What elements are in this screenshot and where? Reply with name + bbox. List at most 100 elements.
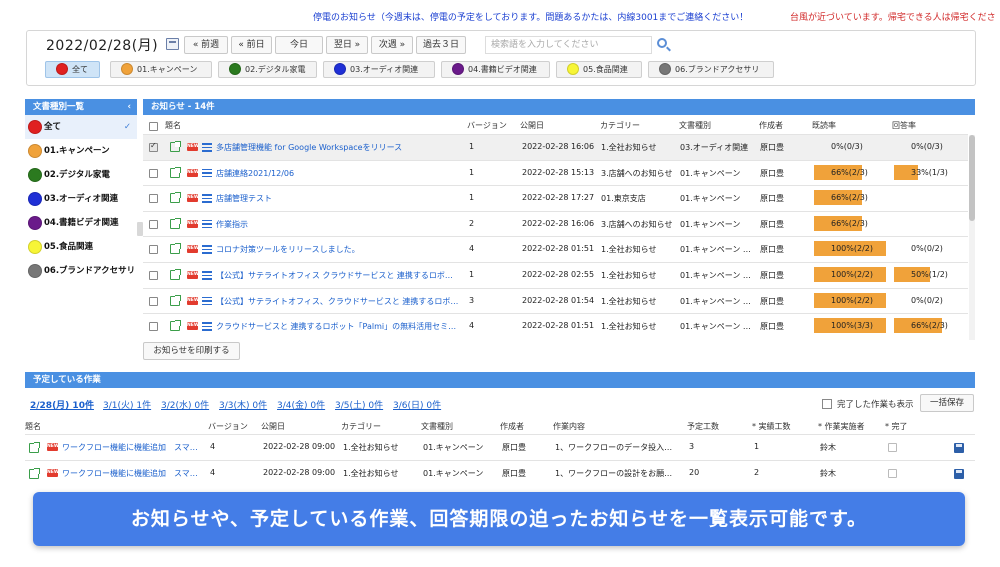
column-header-version[interactable]: バージョン — [208, 421, 248, 432]
open-external-icon[interactable] — [29, 468, 40, 479]
task-title[interactable]: ワークフロー機能に機能追加 スマ… — [62, 468, 198, 479]
row-checkbox[interactable] — [149, 194, 158, 204]
done-checkbox[interactable] — [888, 443, 897, 452]
column-header-actual[interactable]: * 実績工数 — [752, 421, 791, 432]
open-external-icon[interactable] — [170, 141, 181, 152]
table-row[interactable]: NEW 店舗連絡2021/12/06 1 2022-02-28 15:13 3.店舗への… — [143, 159, 968, 186]
table-row[interactable]: NEW 【公式】サテライトオフィス クラウドサービスと 連携するロボ… 1 2022-… — [143, 262, 968, 288]
table-row[interactable]: NEW 作業指示 2 2022-02-28 16:06 3.店舗へのお知らせ 01.キャン… — [143, 210, 968, 237]
sidebar-item[interactable]: 05.食品関連 — [25, 235, 137, 259]
day-tab[interactable]: 3/6(日) 0件 — [393, 398, 441, 411]
save-icon[interactable] — [954, 443, 964, 453]
list-icon[interactable] — [202, 143, 212, 152]
sidebar-item[interactable]: 01.キャンペーン — [25, 139, 137, 163]
day-tab[interactable]: 3/4(金) 0件 — [277, 398, 325, 411]
table-row[interactable]: NEW 【公式】サテライトオフィス、クラウドサービスと 連携するロボ… 3 2022-… — [143, 287, 968, 314]
column-header-category[interactable]: カテゴリー — [600, 120, 640, 131]
sidebar-item[interactable]: 03.オーディオ関連 — [25, 187, 137, 211]
day-tab[interactable]: 2/28(月) 10件 — [30, 398, 94, 411]
notice-title[interactable]: 【公式】サテライトオフィス クラウドサービスと 連携するロボ… — [216, 270, 453, 281]
open-external-icon[interactable] — [170, 192, 181, 204]
category-chip[interactable]: 02.デジタル家電 — [218, 61, 317, 78]
open-external-icon[interactable] — [170, 294, 181, 306]
today-button[interactable]: 今日 — [275, 36, 323, 54]
column-header-version[interactable]: バージョン — [467, 120, 507, 131]
sidebar-item[interactable]: 06.ブランドアクセサリ — [25, 259, 137, 283]
list-icon[interactable] — [202, 245, 212, 254]
column-header-author[interactable]: 作成者 — [500, 421, 524, 432]
column-header-published[interactable]: 公開日 — [520, 120, 544, 131]
open-external-icon[interactable] — [170, 243, 181, 255]
column-header-category[interactable]: カテゴリー — [341, 421, 381, 432]
search-input[interactable] — [485, 36, 652, 54]
table-row[interactable]: NEW クラウドサービスと 連携するロボット「Palmi」の無料活用セミ… 4 202… — [143, 313, 968, 339]
search-icon[interactable] — [657, 38, 667, 48]
save-icon[interactable] — [954, 469, 964, 479]
day-tab[interactable]: 3/2(水) 0件 — [161, 398, 209, 411]
row-checkbox[interactable] — [149, 271, 158, 280]
category-chip[interactable]: 06.ブランドアクセサリ — [648, 61, 774, 78]
list-icon[interactable] — [202, 168, 212, 178]
day-tab[interactable]: 3/3(木) 0件 — [219, 398, 267, 411]
column-header-content[interactable]: 作業内容 — [553, 421, 585, 432]
column-header-read-rate[interactable]: 既読率 — [812, 120, 836, 131]
next-week-button[interactable]: 次週 » — [371, 36, 413, 54]
row-checkbox[interactable] — [149, 245, 158, 255]
notice-title[interactable]: 店舗連絡2021/12/06 — [216, 168, 294, 179]
table-row[interactable]: NEW コロナ対策ツールをリリースしました。 4 2022-02-28 01:51 1.… — [143, 236, 968, 262]
collapse-icon[interactable]: ‹ — [127, 99, 131, 115]
open-external-icon[interactable] — [170, 320, 181, 332]
column-header-author[interactable]: 作成者 — [759, 120, 783, 131]
list-icon[interactable] — [202, 296, 212, 306]
column-header-answer-rate[interactable]: 回答率 — [892, 120, 916, 131]
column-header-published[interactable]: 公開日 — [261, 421, 285, 432]
notice-title[interactable]: 作業指示 — [216, 219, 248, 230]
open-external-icon[interactable] — [170, 166, 181, 178]
category-chip[interactable]: 全て — [45, 61, 100, 78]
column-header-planned[interactable]: 予定工数 — [687, 421, 719, 432]
next-day-button[interactable]: 翌日 » — [326, 36, 368, 54]
task-title[interactable]: ワークフロー機能に機能追加 スマ… — [62, 442, 198, 453]
print-notices-button[interactable]: お知らせを印刷する — [143, 342, 240, 360]
calendar-icon[interactable] — [166, 38, 179, 50]
done-checkbox[interactable] — [888, 469, 897, 478]
list-icon[interactable] — [202, 271, 212, 280]
prev-week-button[interactable]: « 前週 — [184, 36, 228, 54]
sidebar-item[interactable]: 04.書籍ビデオ関連 — [25, 211, 137, 235]
open-external-icon[interactable] — [170, 269, 181, 280]
day-tab[interactable]: 3/1(火) 1件 — [103, 398, 151, 411]
save-all-button[interactable]: 一括保存 — [920, 394, 974, 412]
category-chip[interactable]: 05.食品関連 — [556, 61, 642, 78]
list-icon[interactable] — [202, 219, 212, 229]
row-checkbox[interactable] — [149, 168, 158, 178]
row-checkbox[interactable] — [149, 219, 158, 229]
category-chip[interactable]: 04.書籍ビデオ関連 — [441, 61, 550, 78]
table-row[interactable]: NEW ワークフロー機能に機能追加 スマ… 4 2022-02-28 09:00 1.全… — [25, 460, 975, 486]
prev-day-button[interactable]: « 前日 — [231, 36, 272, 54]
notice-title[interactable]: コロナ対策ツールをリリースしました。 — [216, 244, 360, 255]
column-header-doc-type[interactable]: 文書種別 — [679, 120, 711, 131]
show-done-checkbox[interactable] — [822, 399, 832, 409]
sidebar-item[interactable]: 全て ✓ — [25, 115, 137, 139]
open-external-icon[interactable] — [170, 217, 181, 229]
select-all-checkbox[interactable] — [149, 122, 158, 131]
notice-title[interactable]: 多店舗管理機能 for Google Workspaceをリリース — [216, 142, 402, 153]
notice-title[interactable]: 【公式】サテライトオフィス、クラウドサービスと 連携するロボ… — [216, 296, 458, 307]
table-row[interactable]: NEW 多店舗管理機能 for Google Workspaceをリリース 1 202… — [143, 134, 968, 160]
list-icon[interactable] — [202, 194, 212, 203]
column-header-title[interactable]: 題名 — [25, 421, 41, 432]
day-tab[interactable]: 3/5(土) 0件 — [335, 398, 383, 411]
list-icon[interactable] — [202, 322, 212, 331]
column-header-doc-type[interactable]: 文書種別 — [421, 421, 453, 432]
column-header-done[interactable]: * 完了 — [885, 421, 908, 432]
sidebar-item[interactable]: 02.デジタル家電 — [25, 163, 137, 187]
past-3-days-button[interactable]: 過去３日 — [416, 36, 466, 54]
column-header-title[interactable]: 題名 — [165, 120, 181, 131]
category-chip[interactable]: 03.オーディオ関連 — [323, 61, 435, 78]
row-checkbox[interactable] — [149, 322, 158, 332]
table-row[interactable]: NEW ワークフロー機能に機能追加 スマ… 4 2022-02-28 09:00 1.全… — [25, 434, 975, 460]
notice-title[interactable]: クラウドサービスと 連携するロボット「Palmi」の無料活用セミ… — [216, 321, 456, 332]
row-checkbox[interactable] — [149, 141, 158, 152]
notice-title[interactable]: 店舗管理テスト — [216, 193, 272, 204]
column-header-worker[interactable]: * 作業実施者 — [818, 421, 865, 432]
